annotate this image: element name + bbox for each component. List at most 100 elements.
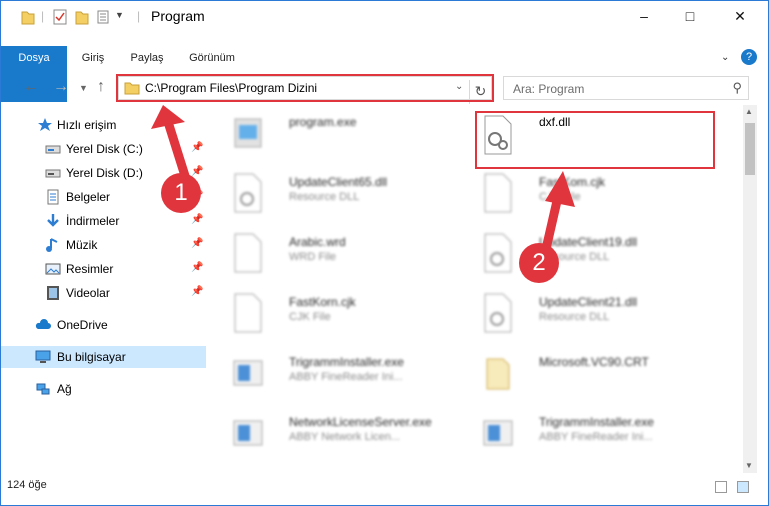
file-type: ABBY FineReader Ini... [289, 371, 403, 383]
file-icon [234, 233, 262, 273]
sidebar-item-label: Bu bilgisayar [57, 350, 126, 364]
file-type: CJK File [289, 311, 331, 323]
file-type: CJK File [539, 191, 581, 203]
scroll-down-icon[interactable]: ▼ [745, 461, 753, 470]
file-item[interactable]: program.exe [213, 105, 463, 161]
ribbon-tabs: Dosya Giriş Paylaş Görünüm ⌄ ? [1, 46, 768, 102]
callout-badge-2: 2 [519, 243, 559, 283]
file-name: UpdateClient19.dll [539, 235, 638, 249]
dll-icon [234, 173, 262, 213]
file-name: program.exe [289, 115, 357, 129]
sidebar-item-label: İndirmeler [66, 214, 120, 228]
file-name: FastKom.cjk [539, 175, 606, 189]
item-count: 124 öğe [7, 479, 47, 491]
sidebar-item-quick-access[interactable]: Hızlı erişim [1, 114, 206, 136]
file-name: UpdateClient65.dll [289, 175, 388, 189]
vertical-scrollbar[interactable]: ▲ ▼ [743, 105, 757, 473]
large-icons-view-icon[interactable] [737, 481, 749, 493]
sidebar-item-label: Resimler [66, 262, 114, 276]
sidebar-item-label: Videolar [66, 286, 110, 300]
sidebar-item-this-pc[interactable]: Bu bilgisayar [1, 346, 206, 368]
forward-arrow-icon[interactable]: → [53, 78, 69, 96]
search-icon[interactable]: ⚲ [732, 80, 742, 96]
download-icon [47, 214, 59, 227]
computer-icon [35, 350, 51, 363]
recent-locations-chevron-icon[interactable]: ▼ [79, 83, 88, 93]
exe-icon [234, 118, 262, 148]
pin-icon[interactable]: 📌 [191, 262, 203, 273]
file-item[interactable]: FastKom.cjk CJK File [463, 165, 713, 221]
file-name: TrigrammInstaller.exe [539, 415, 654, 429]
pin-icon[interactable]: 📌 [191, 238, 203, 249]
app-icon [233, 420, 263, 446]
pin-icon[interactable]: 📌 [191, 166, 203, 177]
file-item[interactable]: Arabic.wrd WRD File [213, 225, 463, 281]
close-button[interactable]: ✕ [717, 1, 763, 31]
address-highlight-box [116, 74, 494, 102]
properties-icon[interactable] [53, 9, 67, 25]
file-name: NetworkLicenseServer.exe [289, 415, 432, 429]
folder-icon [486, 358, 510, 390]
file-name: Microsoft.VC90.CRT [539, 355, 649, 369]
maximize-button[interactable]: □ [667, 1, 713, 31]
file-item[interactable]: TrigrammInstaller.exe ABBY FineReader In… [213, 345, 463, 401]
document-icon [47, 189, 59, 205]
file-type: WRD File [289, 251, 337, 263]
explorer-window: | ▼ | Program – □ ✕ Dosya Giriş Paylaş G… [0, 0, 769, 506]
file-name: FastKorn.cjk [289, 295, 356, 309]
sidebar-item-label: Hızlı erişim [57, 118, 117, 132]
minimize-button[interactable]: – [621, 1, 667, 31]
back-arrow-icon[interactable]: ← [23, 78, 39, 96]
music-icon [46, 238, 58, 252]
sidebar-item-videos[interactable]: Videolar 📌 [1, 282, 206, 304]
sidebar-item-label: Belgeler [66, 190, 111, 204]
file-type: ABBY FineReader Ini... [539, 431, 653, 443]
sidebar-item-label: Yerel Disk (C:) [66, 142, 143, 156]
pin-icon[interactable]: 📌 [191, 286, 203, 297]
pictures-icon [45, 263, 61, 275]
up-arrow-icon[interactable]: ↑ [97, 78, 105, 96]
tab-home[interactable]: Giriş [67, 46, 119, 70]
title-bar: | ▼ | Program – □ ✕ [1, 1, 768, 31]
sidebar-item-label: Ağ [57, 382, 72, 396]
file-item[interactable]: UpdateClient19.dll Resource DLL [463, 225, 713, 281]
search-box[interactable]: Ara: Program ⚲ [503, 76, 749, 100]
file-item[interactable]: UpdateClient21.dll Resource DLL [463, 285, 713, 341]
sidebar-item-label: Yerel Disk (D:) [66, 166, 143, 180]
pin-icon[interactable]: 📌 [191, 214, 203, 225]
sidebar-item-music[interactable]: Müzik 📌 [1, 234, 206, 256]
sidebar-item-disk-c[interactable]: Yerel Disk (C:) 📌 [1, 138, 206, 160]
callout-badge-1: 1 [161, 173, 201, 213]
video-icon [47, 286, 59, 300]
scroll-thumb[interactable] [745, 123, 755, 175]
file-type: ABBY Network Licen... [289, 431, 401, 443]
file-item[interactable]: Microsoft.VC90.CRT [463, 345, 713, 401]
file-item[interactable]: UpdateClient65.dll Resource DLL [213, 165, 463, 221]
file-item[interactable]: FastKorn.cjk CJK File [213, 285, 463, 341]
chevron-down-icon[interactable]: ▼ [115, 10, 124, 26]
file-item[interactable]: NetworkLicenseServer.exe ABBY Network Li… [213, 405, 463, 461]
customize-toolbar-icon[interactable] [97, 9, 113, 25]
scroll-up-icon[interactable]: ▲ [745, 107, 753, 116]
star-icon [38, 118, 52, 131]
file-icon [484, 173, 512, 213]
tab-view[interactable]: Görünüm [175, 46, 249, 70]
sidebar-item-downloads[interactable]: İndirmeler 📌 [1, 210, 206, 232]
help-icon[interactable]: ? [741, 49, 757, 65]
sidebar-item-label: Müzik [66, 238, 98, 252]
sidebar-item-pictures[interactable]: Resimler 📌 [1, 258, 206, 280]
tab-share[interactable]: Paylaş [119, 46, 175, 70]
pin-icon[interactable]: 📌 [191, 142, 203, 153]
drive-icon [45, 145, 61, 154]
details-view-icon[interactable] [715, 481, 727, 493]
expand-ribbon-icon[interactable]: ⌄ [721, 52, 729, 63]
file-name: TrigrammInstaller.exe [289, 355, 404, 369]
file-name: Arabic.wrd [289, 235, 346, 249]
new-folder-icon[interactable] [75, 9, 89, 25]
sidebar-item-label: OneDrive [57, 318, 108, 332]
sidebar-item-network[interactable]: Ağ [1, 378, 206, 400]
cloud-icon [35, 319, 51, 329]
app-icon [483, 420, 513, 446]
file-item[interactable]: TrigrammInstaller.exe ABBY FineReader In… [463, 405, 713, 461]
sidebar-item-onedrive[interactable]: OneDrive [1, 314, 206, 336]
